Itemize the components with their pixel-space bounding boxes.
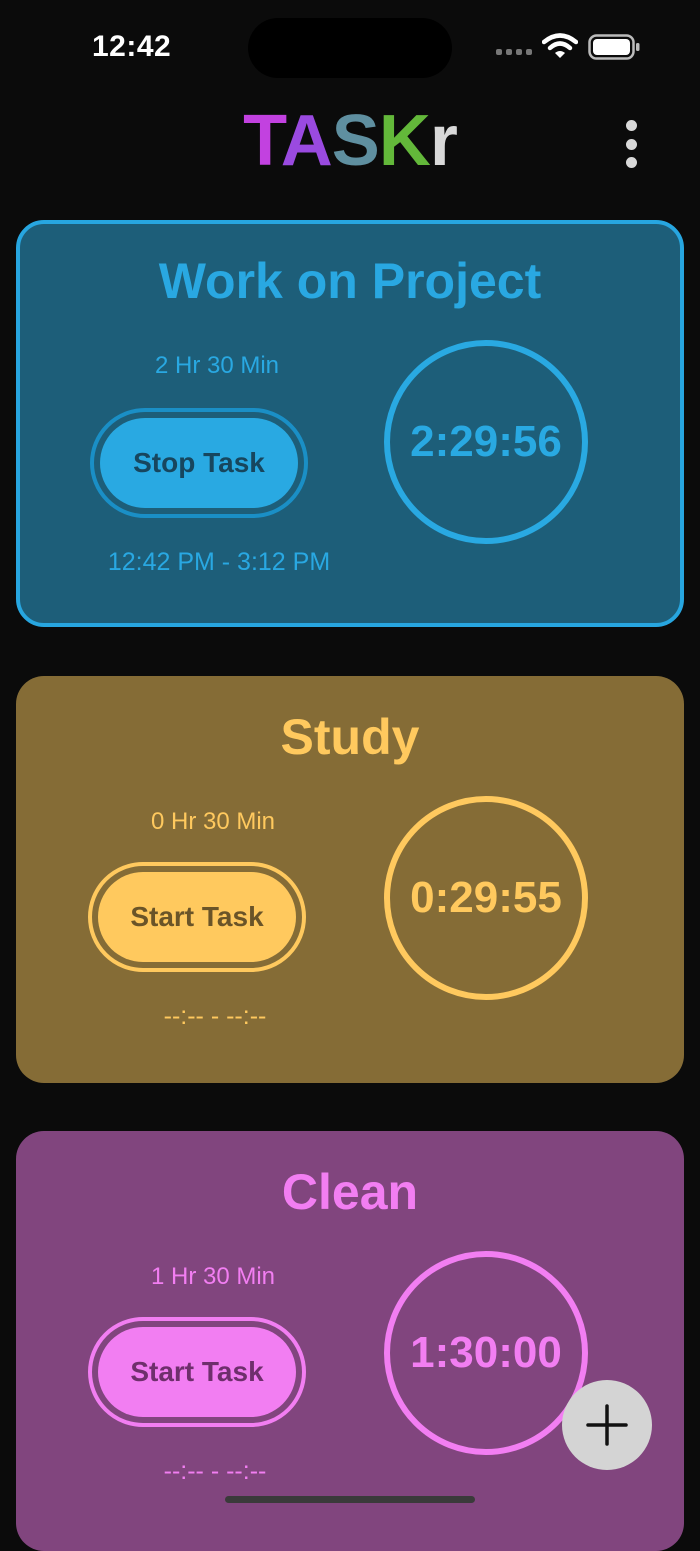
task-card-work-on-project[interactable]: Work on Project 2 Hr 30 Min Stop Task 12…: [16, 220, 684, 627]
task-title: Work on Project: [158, 253, 542, 309]
more-menu-button[interactable]: [612, 120, 650, 168]
task-timer-ring: 0:29:55: [384, 796, 588, 1000]
task-duration: 2 Hr 30 Min: [154, 352, 280, 379]
status-bar: 12:42: [0, 0, 700, 100]
status-time: 12:42: [92, 30, 172, 63]
app-title-letter: S: [331, 101, 380, 181]
battery-icon: [588, 34, 640, 60]
app-title-letter: K: [378, 101, 431, 181]
task-title: Study: [280, 709, 420, 765]
cellular-signal-icon: [496, 49, 532, 55]
start-task-button[interactable]: Start Task: [88, 862, 306, 972]
task-timer: 0:29:55: [410, 873, 562, 922]
task-timer: 2:29:56: [410, 417, 562, 466]
task-duration: 0 Hr 30 Min: [150, 808, 276, 835]
dynamic-island: [248, 18, 452, 78]
task-timer: 1:30:00: [410, 1328, 562, 1377]
task-timer-ring: 2:29:56: [384, 340, 588, 544]
task-title: Clean: [281, 1164, 419, 1220]
add-task-button[interactable]: [562, 1380, 652, 1470]
app-title-letter: T: [243, 101, 282, 181]
stop-task-button[interactable]: Stop Task: [90, 408, 308, 518]
wifi-icon: [542, 33, 578, 58]
task-duration: 1 Hr 30 Min: [150, 1263, 276, 1290]
task-time-range: --:-- - --:--: [163, 1457, 267, 1485]
app-title-letter: r: [429, 101, 458, 181]
task-timer-ring: 1:30:00: [384, 1251, 588, 1455]
more-vertical-icon: [625, 120, 637, 131]
task-card-study[interactable]: Study 0 Hr 30 Min Start Task --:-- - --:…: [16, 676, 684, 1083]
task-time-range: 12:42 PM - 3:12 PM: [107, 548, 331, 576]
task-button-label: Stop Task: [100, 418, 298, 508]
app-title-letter: A: [280, 101, 333, 181]
app-title: TASKr: [0, 100, 700, 182]
task-button-label: Start Task: [98, 872, 296, 962]
task-button-label: Start Task: [98, 1327, 296, 1417]
start-task-button[interactable]: Start Task: [88, 1317, 306, 1427]
home-indicator[interactable]: [225, 1496, 475, 1503]
plus-icon: [586, 1404, 628, 1446]
task-card-clean[interactable]: Clean 1 Hr 30 Min Start Task --:-- - --:…: [16, 1131, 684, 1551]
task-time-range: --:-- - --:--: [163, 1002, 267, 1030]
